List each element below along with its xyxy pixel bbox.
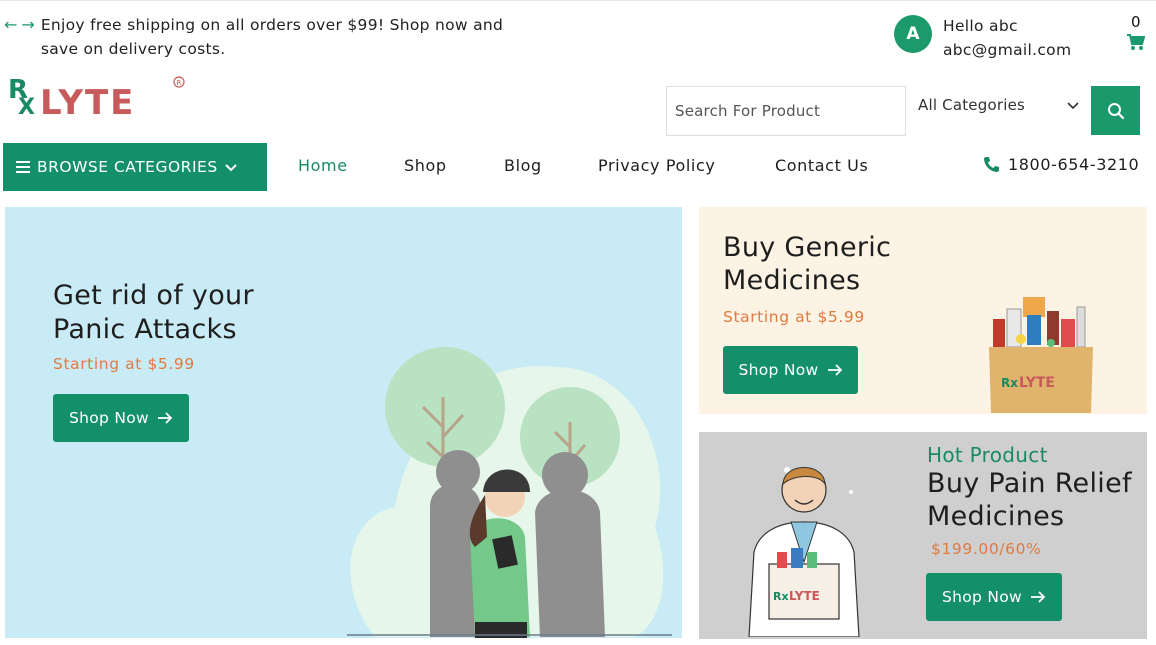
promo-banner: ← → Enjoy free shipping on all orders ov… bbox=[4, 13, 541, 61]
search-button[interactable] bbox=[1091, 86, 1140, 135]
category-select[interactable]: All Categories bbox=[906, 86, 1091, 136]
user-greeting: Hello abc bbox=[943, 17, 1018, 35]
nav-link-shop[interactable]: Shop bbox=[404, 156, 447, 175]
svg-text:Rx: Rx bbox=[773, 590, 789, 603]
promo-arrows: ← → bbox=[4, 13, 35, 61]
card-title: Buy Generic Medicines bbox=[723, 232, 892, 296]
hero-illustration bbox=[347, 347, 672, 638]
shop-now-label: Shop Now bbox=[738, 361, 819, 379]
site-logo[interactable]: R X LYTE R bbox=[8, 72, 188, 123]
promo-card-pain-relief: Rx LYTE Hot Product Buy Pain Relief Medi… bbox=[699, 432, 1147, 639]
arrow-right-icon[interactable]: → bbox=[21, 13, 34, 61]
svg-text:X: X bbox=[18, 95, 35, 120]
chevron-down-icon bbox=[224, 164, 237, 172]
hero-banner: Get rid of your Panic Attacks Starting a… bbox=[5, 207, 682, 638]
nav-link-blog[interactable]: Blog bbox=[504, 156, 542, 175]
cart-icon bbox=[1127, 34, 1146, 50]
avatar[interactable]: A bbox=[894, 15, 932, 53]
phone-number: 1800-654-3210 bbox=[1008, 155, 1140, 174]
cart-count: 0 bbox=[1131, 13, 1141, 31]
search-bar: All Categories bbox=[666, 86, 1140, 136]
category-select-value: All Categories bbox=[918, 96, 1026, 114]
browse-categories-button[interactable]: BROWSE CATEGORIES bbox=[3, 143, 267, 191]
svg-text:LYTE: LYTE bbox=[789, 589, 820, 603]
phone-icon bbox=[984, 157, 999, 172]
arrow-right-icon bbox=[158, 412, 173, 424]
pharmacist-illustration: Rx LYTE bbox=[748, 467, 860, 637]
card-price: $199.00/60% bbox=[931, 540, 1042, 558]
browse-categories-label: BROWSE CATEGORIES bbox=[37, 158, 218, 176]
arrow-right-icon bbox=[827, 364, 842, 376]
hero-title: Get rid of your Panic Attacks bbox=[53, 280, 254, 345]
nav-link-home[interactable]: Home bbox=[298, 156, 348, 175]
hot-product-tag: Hot Product bbox=[927, 443, 1048, 467]
hero-shop-now-button[interactable]: Shop Now bbox=[53, 394, 189, 442]
top-bar: ← → Enjoy free shipping on all orders ov… bbox=[0, 0, 1156, 70]
menu-icon bbox=[16, 161, 30, 173]
arrow-right-icon bbox=[1031, 591, 1046, 603]
generic-shop-now-button[interactable]: Shop Now bbox=[723, 346, 858, 394]
shop-now-label: Shop Now bbox=[68, 409, 150, 427]
phone-contact[interactable]: 1800-654-3210 bbox=[983, 155, 1139, 174]
chevron-down-icon bbox=[1067, 102, 1079, 110]
arrow-left-icon[interactable]: ← bbox=[4, 13, 17, 61]
user-email: abc@gmail.com bbox=[943, 41, 1072, 59]
nav-link-contact-us[interactable]: Contact Us bbox=[775, 156, 868, 175]
nav-link-privacy-policy[interactable]: Privacy Policy bbox=[598, 156, 715, 175]
svg-text:LYTE: LYTE bbox=[40, 83, 135, 120]
hero-subtitle: Starting at $5.99 bbox=[53, 355, 195, 373]
svg-text:LYTE: LYTE bbox=[1019, 375, 1055, 391]
cart-button[interactable]: 0 bbox=[1124, 13, 1148, 50]
search-icon bbox=[1107, 102, 1124, 119]
card-title: Buy Pain Relief Medicines bbox=[927, 468, 1132, 532]
main-nav: BROWSE CATEGORIES Home Shop Blog Privacy… bbox=[0, 142, 1156, 192]
medicine-bag-illustration: Rx LYTE bbox=[989, 297, 1093, 413]
user-info: Hello abc abc@gmail.com bbox=[943, 14, 1071, 62]
shop-now-label: Shop Now bbox=[941, 588, 1023, 606]
promo-card-generic-medicines: Buy Generic Medicines Starting at $5.99 … bbox=[699, 207, 1147, 414]
search-input[interactable] bbox=[666, 86, 906, 136]
user-account[interactable]: A Hello abc abc@gmail.com bbox=[894, 14, 1071, 62]
pain-relief-shop-now-button[interactable]: Shop Now bbox=[926, 573, 1062, 621]
svg-text:Rx: Rx bbox=[1001, 376, 1018, 390]
card-subtitle: Starting at $5.99 bbox=[723, 308, 865, 326]
svg-text:R: R bbox=[177, 79, 182, 87]
promo-text: Enjoy free shipping on all orders over $… bbox=[40, 16, 504, 58]
